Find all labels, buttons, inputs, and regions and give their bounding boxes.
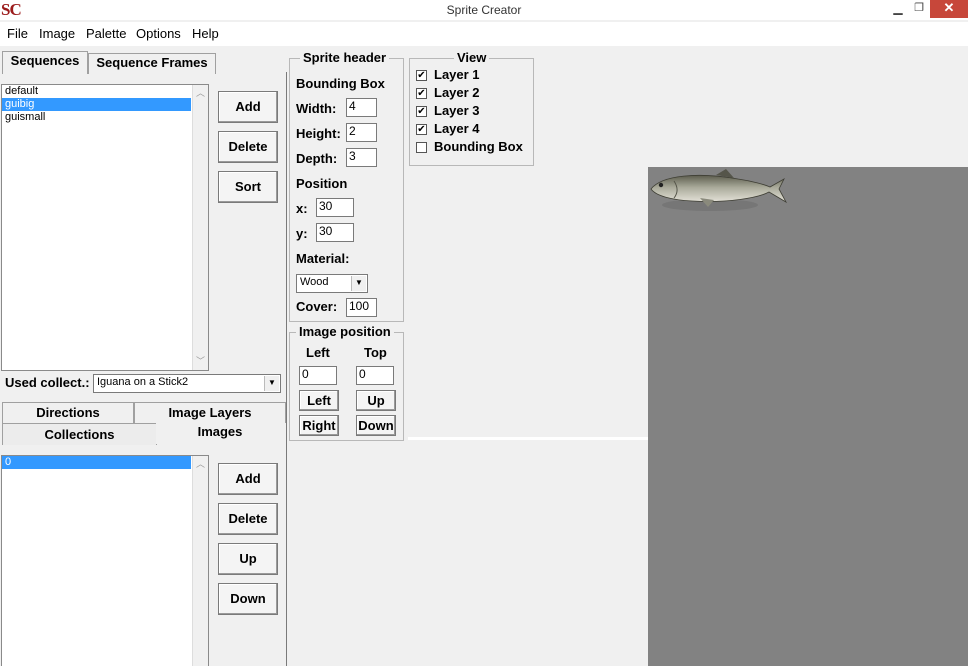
image-position-title: Image position (296, 324, 394, 339)
material-select[interactable]: Wood ▼ (296, 274, 368, 293)
move-image-down-button[interactable]: Down (218, 583, 278, 615)
chevron-down-icon[interactable]: ▼ (264, 376, 279, 391)
title-bar: SC Sprite Creator ▁ ❐ ✕ (0, 0, 968, 20)
list-item[interactable]: guismall (2, 111, 208, 124)
menu-bar: File Image Palette Options Help (0, 22, 968, 46)
checkbox-label-layer-3[interactable]: Layer 3 (434, 103, 480, 118)
menu-help[interactable]: Help (192, 26, 219, 41)
sort-sequences-button[interactable]: Sort (218, 171, 278, 203)
sprite-preview-canvas[interactable] (648, 167, 968, 666)
add-sequence-button[interactable]: Add (218, 91, 278, 123)
checkbox-label-layer-4[interactable]: Layer 4 (434, 121, 480, 136)
material-label: Material: (296, 251, 350, 266)
top-input[interactable]: 0 (356, 366, 394, 385)
delete-sequence-button[interactable]: Delete (218, 131, 278, 163)
scroll-up-icon[interactable]: ︿ (196, 89, 205, 98)
panel-divider (286, 72, 287, 666)
menu-file[interactable]: File (7, 26, 28, 41)
move-up-button[interactable]: Up (356, 390, 396, 411)
width-input[interactable]: 4 (346, 98, 377, 117)
scroll-down-icon[interactable]: ﹀ (196, 357, 205, 366)
add-image-button[interactable]: Add (218, 463, 278, 495)
move-down-button[interactable]: Down (356, 415, 396, 436)
x-input[interactable]: 30 (316, 198, 354, 217)
move-left-button[interactable]: Left (299, 390, 339, 411)
checkbox-label-layer-1[interactable]: Layer 1 (434, 67, 480, 82)
cover-label: Cover: (296, 299, 338, 314)
checkbox-label-bounding-box[interactable]: Bounding Box (434, 139, 523, 154)
sequences-scrollbar[interactable]: ︿ ﹀ (192, 85, 208, 370)
y-input[interactable]: 30 (316, 223, 354, 242)
menu-palette[interactable]: Palette (86, 26, 126, 41)
height-input[interactable]: 2 (346, 123, 377, 142)
tab-images[interactable]: Images (156, 421, 284, 444)
delete-image-button[interactable]: Delete (218, 503, 278, 535)
checkbox-label-layer-2[interactable]: Layer 2 (434, 85, 480, 100)
checkbox-layer-3[interactable]: ✔ (416, 106, 427, 117)
list-item-selected[interactable]: 0 (2, 456, 191, 469)
width-label: Width: (296, 101, 337, 116)
tab-directions[interactable]: Directions (2, 402, 134, 423)
tab-sequence-frames[interactable]: Sequence Frames (88, 53, 216, 74)
y-label: y: (296, 226, 308, 241)
checkbox-layer-2[interactable]: ✔ (416, 88, 427, 99)
fish-sprite-image (650, 169, 788, 211)
used-collect-select[interactable]: Iguana on a Stick2 ▼ (93, 374, 281, 393)
height-label: Height: (296, 126, 341, 141)
sprite-header-title: Sprite header (300, 50, 390, 65)
move-image-up-button[interactable]: Up (218, 543, 278, 575)
menu-options[interactable]: Options (136, 26, 181, 41)
images-scrollbar[interactable]: ︿ (192, 456, 208, 666)
tab-sequences[interactable]: Sequences (2, 51, 88, 74)
window-title: Sprite Creator (446, 3, 522, 17)
left-label: Left (306, 345, 330, 360)
left-input[interactable]: 0 (299, 366, 337, 385)
chevron-down-icon[interactable]: ▼ (351, 276, 366, 291)
tab-image-layers[interactable]: Image Layers (134, 402, 286, 423)
checkbox-layer-4[interactable]: ✔ (416, 124, 427, 135)
depth-label: Depth: (296, 151, 338, 166)
maximize-button[interactable]: ❐ (905, 0, 933, 18)
used-collect-label: Used collect.: (5, 375, 90, 390)
view-title: View (454, 50, 490, 65)
top-label: Top (364, 345, 387, 360)
tab-collections[interactable]: Collections (2, 423, 157, 445)
images-list[interactable]: 0 ︿ (1, 455, 209, 666)
sequences-list[interactable]: default guibig guismall ︿ ﹀ (1, 84, 209, 371)
cover-input[interactable]: 100 (346, 298, 377, 317)
list-item-selected[interactable]: guibig (2, 98, 191, 111)
list-item[interactable]: default (2, 85, 208, 98)
preview-separator (408, 437, 648, 440)
close-button[interactable]: ✕ (930, 0, 968, 18)
position-label: Position (296, 176, 348, 191)
checkbox-layer-1[interactable]: ✔ (416, 70, 427, 81)
x-label: x: (296, 201, 308, 216)
used-collect-value: Iguana on a Stick2 (97, 376, 189, 388)
scroll-up-icon[interactable]: ︿ (196, 460, 205, 469)
material-value: Wood (300, 276, 329, 288)
depth-input[interactable]: 3 (346, 148, 377, 167)
move-right-button[interactable]: Right (299, 415, 339, 436)
checkbox-bounding-box[interactable] (416, 142, 427, 153)
menu-image[interactable]: Image (39, 26, 75, 41)
bounding-box-label: Bounding Box (296, 76, 385, 91)
